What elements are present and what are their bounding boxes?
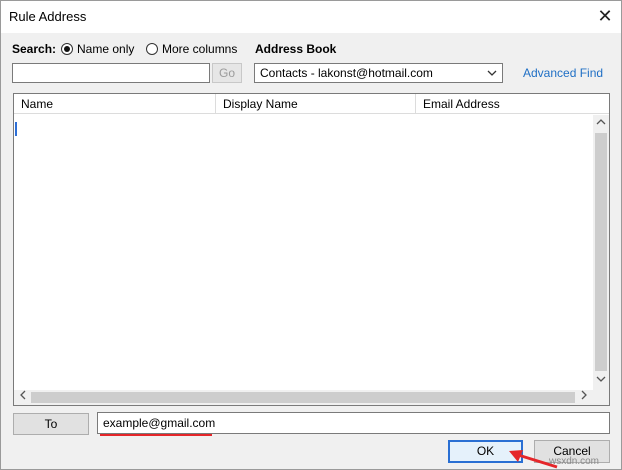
vertical-scrollbar[interactable] [593,115,609,391]
address-list[interactable]: Name Display Name Email Address [13,93,610,406]
vertical-scroll-thumb[interactable] [595,133,607,371]
name-only-label[interactable]: Name only [77,42,134,56]
go-button[interactable]: Go [212,63,242,83]
close-icon[interactable]: ✕ [593,5,617,27]
chevron-down-icon [486,67,498,82]
search-input[interactable] [12,63,210,83]
more-columns-label[interactable]: More columns [162,42,237,56]
horizontal-scrollbar[interactable] [14,390,593,405]
to-recipient-field[interactable]: example@gmail.com [97,412,610,434]
list-focus-caret [15,122,17,136]
to-recipient-value: example@gmail.com [103,416,216,430]
rule-address-dialog: Rule Address ✕ Search: Name only More co… [0,0,622,470]
title-bar: Rule Address ✕ [1,1,621,33]
search-label: Search: [12,42,57,56]
dialog-title: Rule Address [9,9,87,24]
scroll-up-icon[interactable] [594,116,608,130]
advanced-find-link[interactable]: Advanced Find [523,66,603,80]
column-header-name[interactable]: Name [14,94,216,114]
scroll-left-icon[interactable] [16,390,30,404]
column-header-email-address[interactable]: Email Address [416,94,609,114]
address-book-label: Address Book [255,42,337,56]
watermark-text: wsxdn.com [549,456,600,467]
red-annotation-underline [100,434,212,436]
scroll-down-icon[interactable] [594,373,608,387]
column-header-display-name[interactable]: Display Name [216,94,416,114]
more-columns-radio[interactable] [146,43,158,55]
horizontal-scroll-thumb[interactable] [31,392,575,403]
address-book-value: Contacts - lakonst@hotmail.com [260,66,433,80]
scrollbar-corner [593,390,609,405]
address-book-select[interactable]: Contacts - lakonst@hotmail.com [254,63,503,83]
name-only-radio[interactable] [61,43,73,55]
scroll-right-icon[interactable] [577,390,591,404]
to-button[interactable]: To [13,413,89,435]
